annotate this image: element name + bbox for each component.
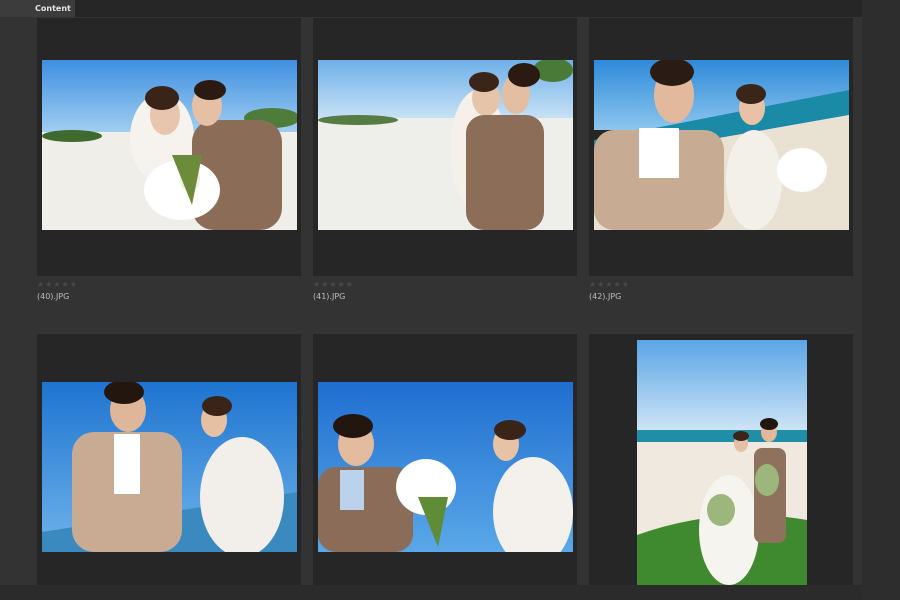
photo-couple-portrait-grass	[637, 340, 807, 585]
photo-couple-blue-sky	[42, 382, 297, 552]
thumbnail-image[interactable]	[594, 60, 849, 230]
filename-label: (40).JPG	[37, 292, 70, 301]
filename-label: (41).JPG	[313, 292, 346, 301]
photo-beach-couple-embrace	[318, 60, 573, 230]
thumbnail-cell[interactable]	[589, 334, 853, 592]
thumbnail-image[interactable]	[318, 382, 573, 552]
filename-label: (42).JPG	[589, 292, 622, 301]
rating-stars[interactable]: ★★★★★	[589, 280, 630, 289]
rating-stars[interactable]: ★★★★★	[313, 280, 354, 289]
tab-content[interactable]: Content	[0, 0, 75, 17]
thumbnail-cell[interactable]: ★★★★★ (42).JPG	[589, 18, 853, 301]
thumbnail-cell[interactable]: ★★★★★ (40).JPG	[37, 18, 301, 301]
bottom-edge	[0, 585, 862, 600]
thumbnail-image[interactable]	[318, 60, 573, 230]
content-panel-header: Content	[0, 0, 862, 17]
photo-beach-couple-lilies	[42, 60, 297, 230]
rating-stars[interactable]: ★★★★★	[37, 280, 78, 289]
thumbnail-cell[interactable]	[37, 334, 301, 592]
photo-couple-walking-sea	[594, 60, 849, 230]
thumbnail-image[interactable]	[637, 340, 807, 585]
thumbnail-cell[interactable]	[313, 334, 577, 592]
thumbnail-image[interactable]	[42, 382, 297, 552]
panel-scrollbar[interactable]	[862, 0, 900, 600]
photo-groom-offering-lilies	[318, 382, 573, 552]
thumbnail-cell[interactable]: ★★★★★ (41).JPG	[313, 18, 577, 301]
thumbnail-image[interactable]	[42, 60, 297, 230]
